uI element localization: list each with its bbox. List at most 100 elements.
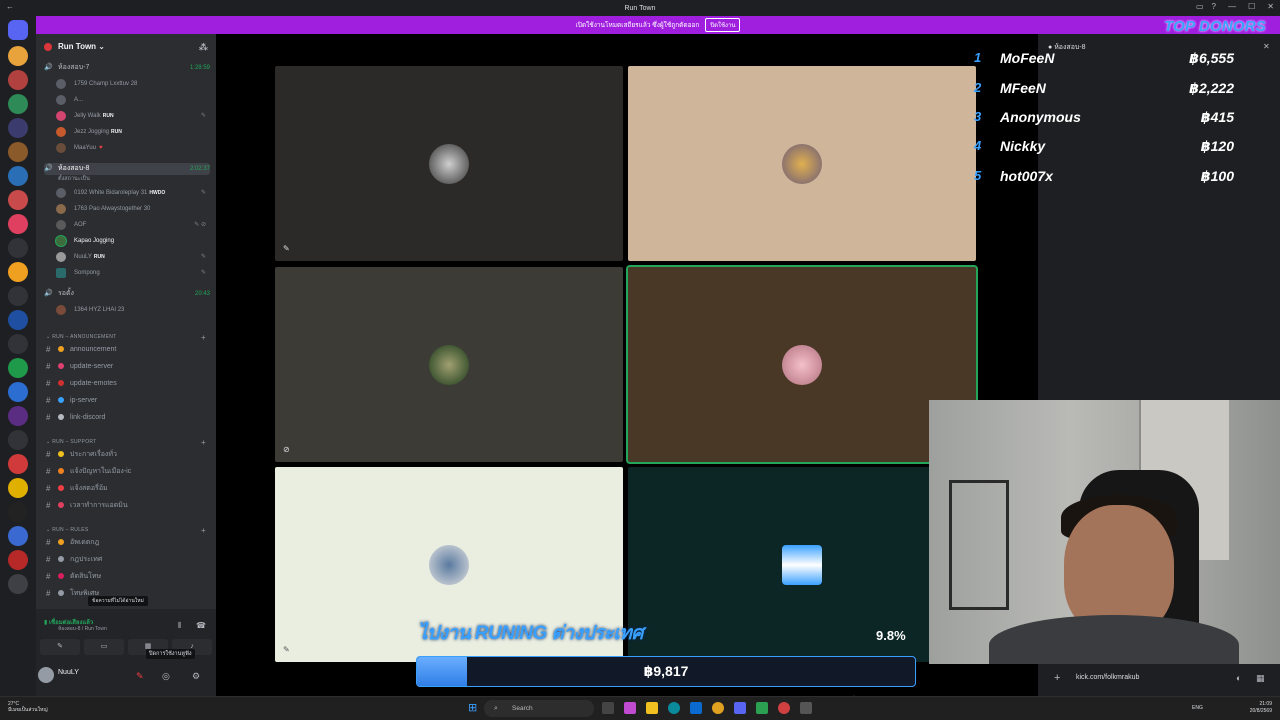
mute-mic-icon[interactable]: ✎ xyxy=(136,671,144,682)
discord-taskbar-icon[interactable] xyxy=(734,702,746,714)
inbox-icon[interactable]: ▭ xyxy=(1196,2,1204,11)
username[interactable]: NuuLY xyxy=(58,669,79,676)
text-channel[interactable]: # ip-server xyxy=(44,394,210,408)
server-icon[interactable] xyxy=(8,238,28,258)
settings-gear-icon[interactable]: ⚙ xyxy=(192,671,200,682)
avatar[interactable] xyxy=(38,667,54,683)
kick-url[interactable]: kick.com/folkmrakub xyxy=(1076,674,1139,681)
category-header[interactable]: ⌄ RUN – ANNOUNCEMENT + xyxy=(46,333,210,342)
back-arrow-icon[interactable]: ← xyxy=(6,2,14,11)
taskbar-search[interactable]: ⌕ Search xyxy=(484,700,594,717)
video-tile[interactable] xyxy=(628,467,976,662)
server-icon[interactable] xyxy=(8,166,28,186)
server-icon[interactable] xyxy=(8,430,28,450)
category-header[interactable]: ⌄ RUN – SUPPORT + xyxy=(46,438,210,447)
server-icon[interactable] xyxy=(8,550,28,570)
add-channel-icon[interactable]: + xyxy=(201,333,206,342)
camera-button[interactable]: ✎ xyxy=(40,639,80,655)
server-icon[interactable] xyxy=(8,94,28,114)
edge-icon[interactable] xyxy=(668,702,680,714)
voice-user[interactable]: Sompong ✎ xyxy=(56,266,210,280)
disconnect-icon[interactable]: ☎ xyxy=(196,621,206,630)
server-icon[interactable] xyxy=(8,406,28,426)
server-icon[interactable] xyxy=(8,334,28,354)
globe-icon[interactable]: ◐ xyxy=(1236,673,1241,683)
text-channel[interactable]: # อัพเดตกฎ xyxy=(44,536,210,550)
maximize-button[interactable]: ☐ xyxy=(1248,2,1255,11)
weather-widget[interactable]: 27°C มีเมฆเป็นส่วนใหญ่ xyxy=(8,701,48,713)
text-channel[interactable]: # เวลาทำการแอดมิน xyxy=(44,499,210,513)
server-icon[interactable] xyxy=(8,478,28,498)
voice-user[interactable]: 1759 Champ Lxxttuv 28 xyxy=(56,77,210,91)
voice-channel-8[interactable]: 🔊 ห้องสอบ-8 2:02:37 xyxy=(44,163,210,175)
language-indicator[interactable]: ENG xyxy=(1192,705,1203,711)
server-icon[interactable] xyxy=(8,214,28,234)
video-tile-speaking[interactable] xyxy=(628,267,976,462)
chrome-icon[interactable] xyxy=(712,702,724,714)
voice-channel-7[interactable]: 🔊 ห้องสอบ-7 1:28:59 xyxy=(44,62,210,74)
windows-start-icon[interactable]: ⊞ xyxy=(468,701,477,714)
text-channel[interactable]: # แจ้งสตอรี่อ้ม xyxy=(44,482,210,496)
text-channel[interactable]: # announcement xyxy=(44,343,210,357)
voice-user[interactable]: AOF ✎ ⊘ xyxy=(56,218,210,232)
server-icon[interactable] xyxy=(8,454,28,474)
server-icon[interactable] xyxy=(8,286,28,306)
voice-user[interactable]: 1364 HYZ LHAI 23 xyxy=(56,303,210,317)
banner-disable-button[interactable]: ปิดใช้งาน xyxy=(705,18,741,32)
text-channel[interactable]: # กฎประเทศ xyxy=(44,553,210,567)
screen-share-button[interactable]: ▭ xyxy=(84,639,124,655)
category-header[interactable]: ⌄ RUN – RULES + xyxy=(46,526,210,535)
store-icon[interactable] xyxy=(690,702,702,714)
app-icon[interactable] xyxy=(800,702,812,714)
voice-user[interactable]: A... xyxy=(56,93,210,107)
server-icon[interactable] xyxy=(8,142,28,162)
add-channel-icon[interactable]: + xyxy=(201,526,206,535)
server-icon[interactable] xyxy=(8,382,28,402)
grid-icon[interactable]: ▦ xyxy=(1256,673,1265,684)
video-tile[interactable]: ⊘ xyxy=(275,267,623,462)
text-channel[interactable]: # link-discord xyxy=(44,411,210,425)
headphones-icon[interactable]: ◎ xyxy=(162,671,170,682)
donor-rank: 5 xyxy=(974,168,982,183)
invite-people-icon[interactable]: ⁂ xyxy=(199,42,208,53)
text-channel[interactable]: # update-emotes xyxy=(44,377,210,391)
server-icon[interactable] xyxy=(8,118,28,138)
voice-user[interactable]: 1763 Pao Alwaystogether 30 xyxy=(56,202,210,216)
file-explorer-icon[interactable] xyxy=(646,702,658,714)
discord-home-icon[interactable] xyxy=(8,20,28,40)
server-icon[interactable] xyxy=(8,70,28,90)
video-tile[interactable]: ✎ xyxy=(275,66,623,261)
app-icon[interactable] xyxy=(756,702,768,714)
text-channel[interactable]: # แจ้งปัญหาในเมือง-ic xyxy=(44,465,210,479)
close-button[interactable]: ✕ xyxy=(1267,2,1274,11)
server-icon[interactable] xyxy=(8,574,28,594)
server-icon[interactable] xyxy=(8,46,28,66)
app-icon[interactable] xyxy=(624,702,636,714)
voice-channel-waiting[interactable]: 🔊 รอตั้ง 20:43 xyxy=(44,288,210,300)
video-tile[interactable] xyxy=(628,66,976,261)
app-icon[interactable] xyxy=(778,702,790,714)
plus-icon[interactable]: + xyxy=(1054,672,1060,684)
noise-suppression-icon[interactable]: ⫴ xyxy=(178,621,181,631)
voice-user[interactable]: Jezz Jogging RUN xyxy=(56,125,210,139)
text-channel[interactable]: # ประกาศเรื่องทั่ว xyxy=(44,448,210,462)
minimize-button[interactable]: — xyxy=(1228,2,1236,11)
voice-user[interactable]: 0192 White Bidaroleplay 31 HWDO ✎ xyxy=(56,186,210,200)
voice-user[interactable]: MaaYuu ♥ xyxy=(56,141,210,155)
help-icon[interactable]: ? xyxy=(1212,2,1216,11)
text-channel[interactable]: # ตัดสินโทษ xyxy=(44,570,210,584)
server-icon[interactable] xyxy=(8,190,28,210)
system-clock[interactable]: 21:09 20/8/2569 xyxy=(1250,701,1272,715)
server-header[interactable]: Run Town ⌄ ⁂ xyxy=(36,34,216,60)
server-icon[interactable] xyxy=(8,502,28,522)
voice-user[interactable]: NuuLY RUN ✎ xyxy=(56,250,210,264)
task-view-icon[interactable] xyxy=(602,702,614,714)
voice-user[interactable]: Jelly Walk RUN ✎ xyxy=(56,109,210,123)
server-icon[interactable] xyxy=(8,358,28,378)
server-icon[interactable] xyxy=(8,526,28,546)
add-channel-icon[interactable]: + xyxy=(201,438,206,447)
server-icon[interactable] xyxy=(8,262,28,282)
server-icon[interactable] xyxy=(8,310,28,330)
voice-user[interactable]: Kapao Jogging xyxy=(56,234,210,248)
text-channel[interactable]: # update-server xyxy=(44,360,210,374)
